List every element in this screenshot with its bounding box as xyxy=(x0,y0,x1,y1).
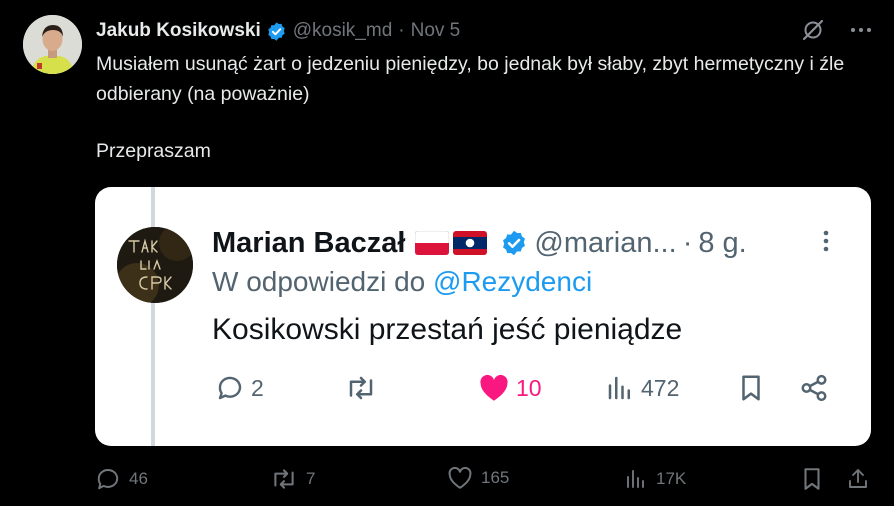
embedded-view-count: 472 xyxy=(641,374,680,401)
reply-icon xyxy=(218,376,242,400)
repost-icon xyxy=(274,469,294,489)
reply-button[interactable]: 46 xyxy=(95,466,148,492)
embedded-views: 472 xyxy=(605,373,679,403)
like-icon xyxy=(448,466,472,489)
embedded-reply-count: 2 xyxy=(251,374,264,401)
views-button[interactable]: 17K xyxy=(624,466,686,492)
repost-icon xyxy=(349,376,373,400)
thread-rail xyxy=(151,187,155,446)
more-icon[interactable] xyxy=(848,17,874,43)
share-nodes-icon xyxy=(801,374,827,402)
share-button[interactable] xyxy=(846,466,870,492)
repost-button[interactable]: 7 xyxy=(270,466,315,492)
reply-mention: @Rezydenci xyxy=(433,266,593,297)
reply-count: 46 xyxy=(129,469,148,488)
embedded-bookmark xyxy=(737,373,765,403)
repost-count: 7 xyxy=(306,469,316,488)
embedded-more-icon xyxy=(823,229,829,258)
author-avatar[interactable] xyxy=(23,15,82,74)
share-icon xyxy=(849,469,867,488)
embedded-handle: @marian... xyxy=(534,226,677,259)
flags xyxy=(415,231,488,255)
reply-icon xyxy=(97,469,119,490)
embedded-header: Marian Baczał @marian... · 8 g. xyxy=(212,223,747,263)
header-separator: · xyxy=(398,20,405,41)
tweet-text-line: Musiałem usunąć żart o jedzeniu pieniędz… xyxy=(96,53,845,105)
author-handle[interactable]: @kosik_md xyxy=(293,20,393,42)
like-count: 165 xyxy=(481,468,510,487)
embedded-separator: · xyxy=(682,226,693,259)
embedded-author-avatar xyxy=(117,227,193,303)
embedded-reply-context: W odpowiedzi do @Rezydenci xyxy=(212,266,592,298)
embedded-date: 8 g. xyxy=(698,226,747,259)
views-icon xyxy=(608,376,630,400)
tweet-text: Musiałem usunąć żart o jedzeniu pieniędz… xyxy=(96,49,856,166)
like-filled-icon xyxy=(480,374,508,401)
embedded-share xyxy=(799,373,829,403)
views-icon xyxy=(627,470,644,488)
embedded-text: Kosikowski przestań jeść pieniądze xyxy=(212,313,683,346)
embedded-like-count: 10 xyxy=(516,374,542,401)
embedded-repost xyxy=(344,373,378,403)
grok-icon[interactable] xyxy=(800,17,826,43)
embedded-image[interactable]: Marian Baczał @marian... · 8 g. W odpowi… xyxy=(95,187,871,446)
tweet-header: Jakub Kosikowski @kosik_md · Nov 5 xyxy=(96,18,460,44)
tweet-text-line: Przepraszam xyxy=(96,140,211,162)
author-name[interactable]: Jakub Kosikowski xyxy=(96,20,261,42)
poland-flag-icon xyxy=(415,231,450,255)
embedded-author-name: Marian Baczał xyxy=(212,226,406,259)
bookmark-icon xyxy=(804,468,820,490)
laos-flag-icon xyxy=(453,231,488,255)
bookmark-icon xyxy=(742,375,760,401)
tweet-date[interactable]: Nov 5 xyxy=(411,20,461,42)
embedded-like: 10 xyxy=(478,373,542,403)
embedded-reply: 2 xyxy=(215,373,264,403)
verified-badge-icon[interactable] xyxy=(266,21,287,42)
tweet-top-actions xyxy=(800,17,874,43)
like-button[interactable]: 165 xyxy=(447,466,509,490)
bookmark-button[interactable] xyxy=(800,466,824,492)
reply-prefix: W odpowiedzi do xyxy=(212,266,426,297)
view-count: 17K xyxy=(656,469,687,488)
embedded-verified-badge-icon xyxy=(500,229,528,257)
